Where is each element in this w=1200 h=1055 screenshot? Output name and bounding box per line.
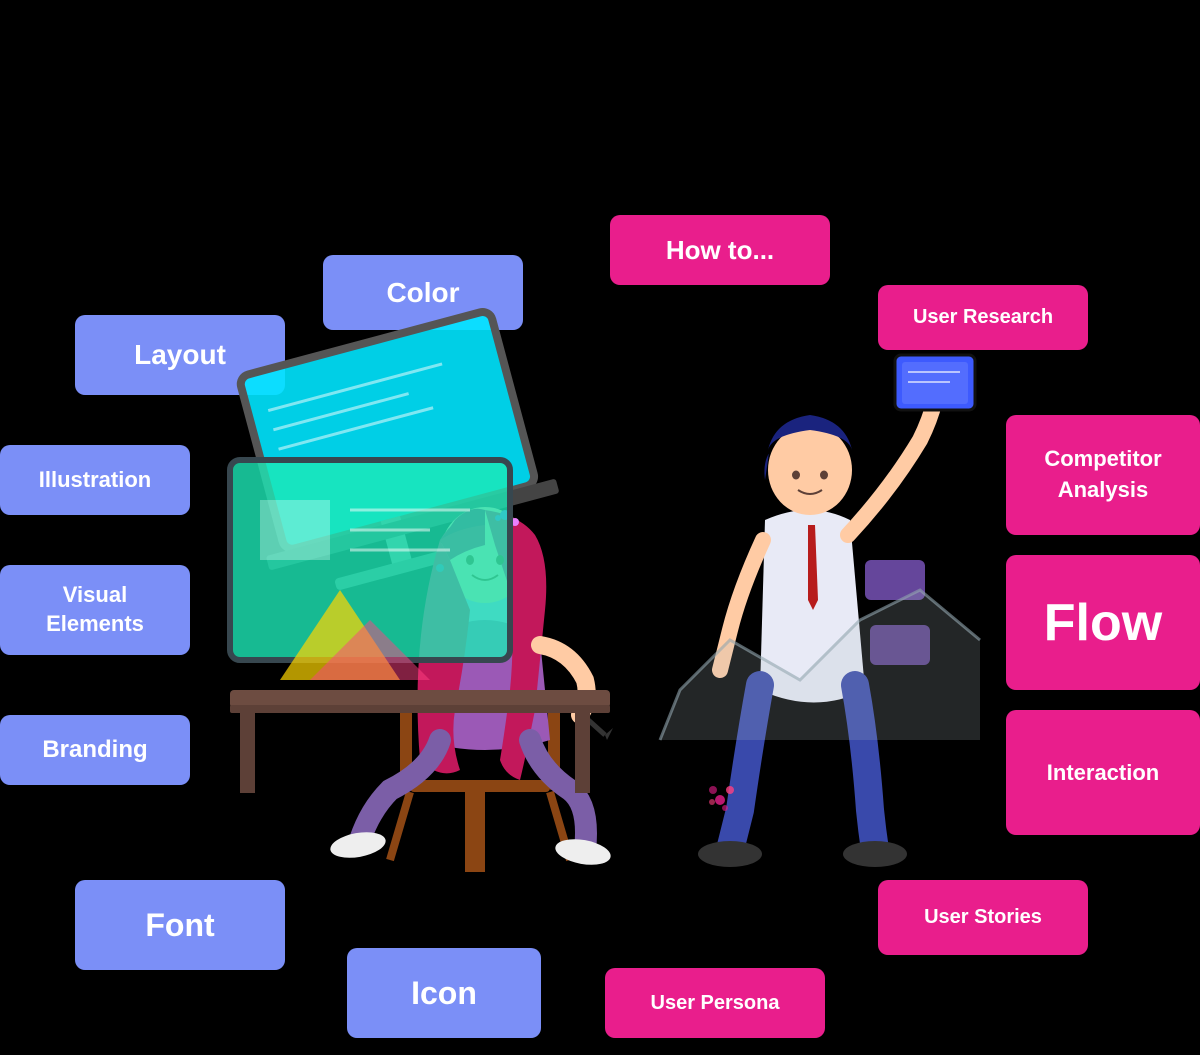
interaction-tag[interactable]: Interaction — [1006, 710, 1200, 835]
competitor-analysis-tag[interactable]: CompetitorAnalysis — [1006, 415, 1200, 535]
flow-tag[interactable]: Flow — [1006, 555, 1200, 690]
illustration-svg — [180, 260, 1000, 980]
visual-elements-tag[interactable]: VisualElements — [0, 565, 190, 655]
branding-tag[interactable]: Branding — [0, 715, 190, 785]
illustration-tag[interactable]: Illustration — [0, 445, 190, 515]
